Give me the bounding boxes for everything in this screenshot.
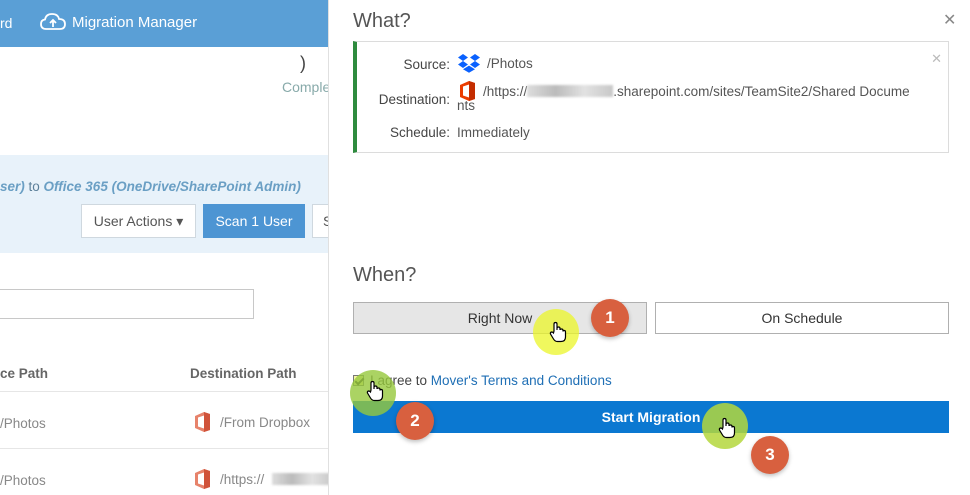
dismiss-icon[interactable]: ✕: [931, 51, 942, 67]
nav-migration-manager[interactable]: Migration Manager: [40, 12, 197, 32]
step-badge-2: 2: [396, 402, 434, 440]
row-destination: /https://: [192, 468, 330, 490]
step-badge-1: 1: [591, 299, 629, 337]
terms-link[interactable]: Mover's Terms and Conditions: [431, 373, 612, 388]
destination-suffix: .sharepoint.com/sites/TeamSite2/Shared D…: [613, 83, 910, 99]
step-badge-3: 3: [751, 436, 789, 474]
banner-connector: to: [24, 179, 44, 194]
dropbox-icon: [458, 54, 480, 73]
destination-label: Destination:: [378, 92, 450, 107]
user-actions-button[interactable]: User Actions ▾: [81, 204, 196, 238]
row-destination: /From Dropbox: [192, 411, 310, 433]
row-destination-path: /From Dropbox: [220, 414, 311, 430]
status-text: Comple: [282, 79, 330, 95]
destination-prefix: /https://: [483, 83, 528, 99]
on-schedule-button[interactable]: On Schedule: [655, 302, 949, 334]
banner-source: ser): [0, 179, 25, 194]
row-destination-path: /https://: [220, 471, 265, 487]
nav-item-fragment[interactable]: rd: [0, 15, 12, 31]
source-path: /Photos: [487, 55, 533, 71]
table-row[interactable]: /Photos /https://: [0, 448, 330, 495]
start-migration-button[interactable]: Start Migration: [353, 401, 949, 433]
table-row[interactable]: /Photos /From Dropbox: [0, 391, 330, 448]
hand-cursor-icon: [366, 380, 384, 402]
schedule-label: Schedule:: [389, 125, 450, 140]
app-title: Migration Manager: [72, 13, 198, 31]
source-label: Source:: [403, 57, 450, 72]
destination-value: /https:// .sharepoint.com/sites/TeamSite…: [457, 80, 910, 102]
when-heading: When?: [353, 264, 417, 286]
scan-user-button[interactable]: Scan 1 User: [203, 204, 305, 238]
hand-cursor-icon: [718, 417, 736, 439]
redacted-text: [527, 85, 614, 97]
cloud-upload-icon: [40, 13, 66, 30]
background-page: rd Migration Manager ) Comple ser) to Of…: [0, 0, 330, 495]
search-input[interactable]: [0, 289, 254, 319]
schedule-value: Immediately: [457, 125, 530, 140]
what-heading: What?: [353, 10, 411, 32]
row-source-path: /Photos: [0, 473, 46, 488]
banner-text: ser) to Office 365 (OneDrive/SharePoint …: [0, 179, 301, 194]
destination-tail: nts: [457, 98, 476, 113]
column-header-source[interactable]: ce Path: [0, 366, 48, 381]
redacted-text: [272, 473, 330, 485]
row-source-path: /Photos: [0, 416, 46, 431]
banner-target: Office 365 (OneDrive/SharePoint Admin): [43, 179, 301, 194]
source-value: /Photos: [457, 53, 533, 73]
hand-cursor-icon: [549, 321, 567, 343]
top-nav-bar: rd Migration Manager: [0, 0, 330, 47]
heading-fragment: ): [300, 53, 306, 73]
office365-icon: [195, 412, 210, 432]
office365-icon: [195, 469, 210, 489]
column-header-destination[interactable]: Destination Path: [190, 366, 297, 381]
close-icon[interactable]: ✕: [943, 10, 956, 30]
migration-summary-card: ✕ Source: /Photos Destination: /https://: [353, 41, 949, 153]
